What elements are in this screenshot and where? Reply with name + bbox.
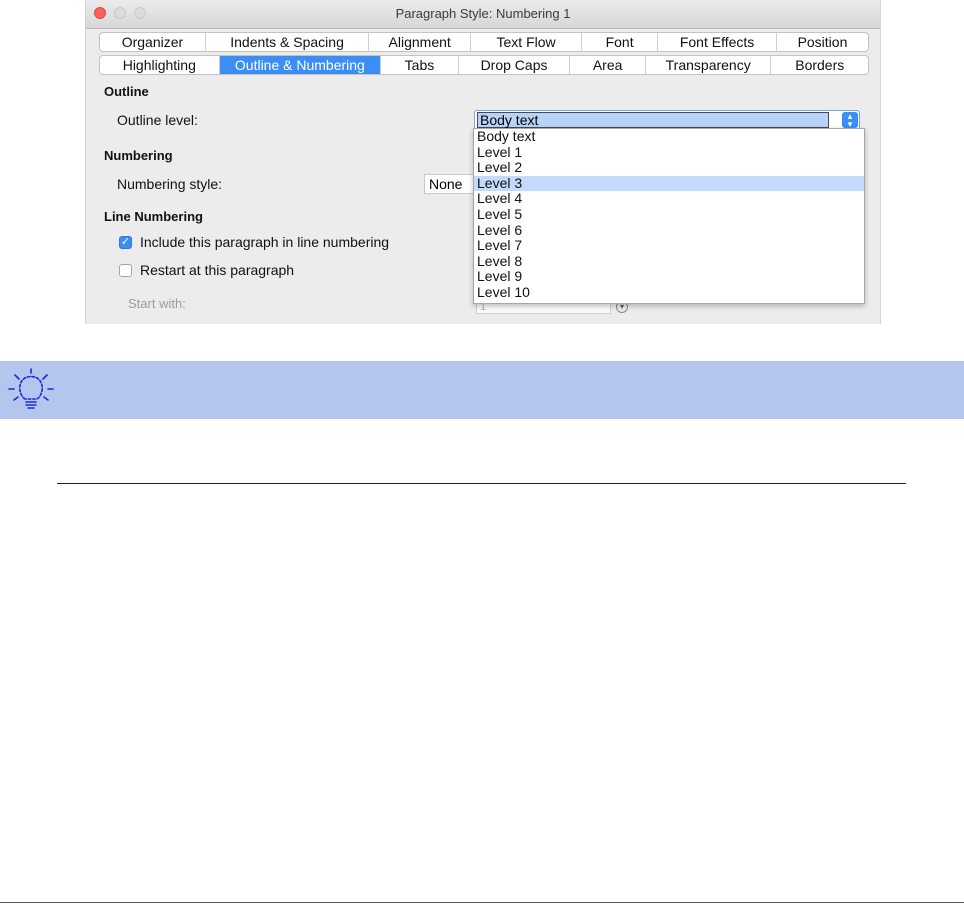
numbering-style-label: Numbering style:	[117, 176, 223, 192]
lightbulb-icon	[8, 368, 54, 409]
dropdown-option-level-8[interactable]: Level 8	[474, 253, 864, 270]
title-bar[interactable]: Paragraph Style: Numbering 1	[86, 0, 880, 29]
numbering-style-select[interactable]: None	[424, 174, 474, 194]
restart-paragraph-label: Restart at this paragraph	[140, 262, 295, 278]
outline-level-value: Body text	[477, 112, 829, 128]
tab-alignment[interactable]: Alignment	[369, 33, 472, 51]
tab-outline-numbering[interactable]: Outline & Numbering	[219, 56, 382, 74]
outline-level-label: Outline level:	[117, 112, 198, 128]
select-arrows-icon[interactable]: ▴ ▾	[842, 112, 858, 129]
start-with-label: Start with:	[128, 296, 186, 311]
tab-text-flow[interactable]: Text Flow	[471, 33, 582, 51]
outline-level-select[interactable]: Body text ▴ ▾	[474, 110, 860, 130]
dropdown-option-body-text[interactable]: Body text	[474, 128, 864, 145]
tab-font-effects[interactable]: Font Effects	[658, 33, 777, 51]
outline-heading: Outline	[104, 84, 149, 99]
restart-paragraph-checkbox[interactable]	[119, 264, 132, 277]
dropdown-option-level-2[interactable]: Level 2	[474, 160, 864, 176]
tab-organizer[interactable]: Organizer	[100, 33, 206, 51]
dropdown-option-level-7[interactable]: Level 7	[474, 238, 864, 254]
page-bottom-rule	[0, 902, 964, 903]
dropdown-option-level-1[interactable]: Level 1	[474, 144, 864, 161]
tip-box	[0, 361, 964, 419]
dropdown-option-level-3[interactable]: Level 3	[474, 175, 864, 192]
tab-font[interactable]: Font	[582, 33, 659, 51]
tab-position[interactable]: Position	[777, 33, 868, 51]
tab-highlighting[interactable]: Highlighting	[100, 56, 220, 74]
horizontal-rule	[57, 483, 906, 484]
include-line-numbering-label: Include this paragraph in line numbering	[140, 234, 390, 250]
tab-tabs[interactable]: Tabs	[381, 56, 459, 74]
tab-drop-caps[interactable]: Drop Caps	[459, 56, 571, 74]
tab-row-2: Highlighting Outline & Numbering Tabs Dr…	[99, 55, 869, 75]
tab-area[interactable]: Area	[570, 56, 646, 74]
paragraph-style-dialog: Paragraph Style: Numbering 1 Organizer I…	[85, 0, 881, 324]
dropdown-option-level-4[interactable]: Level 4	[474, 191, 864, 207]
tab-borders[interactable]: Borders	[771, 56, 868, 74]
dropdown-option-level-6[interactable]: Level 6	[474, 222, 864, 239]
outline-level-dropdown-list: Body text Level 1 Level 2 Level 3 Level …	[473, 128, 865, 304]
dropdown-option-level-9[interactable]: Level 9	[474, 269, 864, 285]
line-numbering-heading: Line Numbering	[104, 209, 203, 224]
dropdown-option-level-5[interactable]: Level 5	[474, 206, 864, 223]
tab-transparency[interactable]: Transparency	[646, 56, 772, 74]
tab-row-1: Organizer Indents & Spacing Alignment Te…	[99, 32, 869, 52]
include-line-numbering-checkbox[interactable]: ✓	[119, 236, 132, 249]
numbering-heading: Numbering	[104, 148, 173, 163]
tab-indents-spacing[interactable]: Indents & Spacing	[206, 33, 370, 51]
window-title: Paragraph Style: Numbering 1	[395, 6, 571, 21]
dropdown-option-level-10[interactable]: Level 10	[474, 284, 864, 301]
